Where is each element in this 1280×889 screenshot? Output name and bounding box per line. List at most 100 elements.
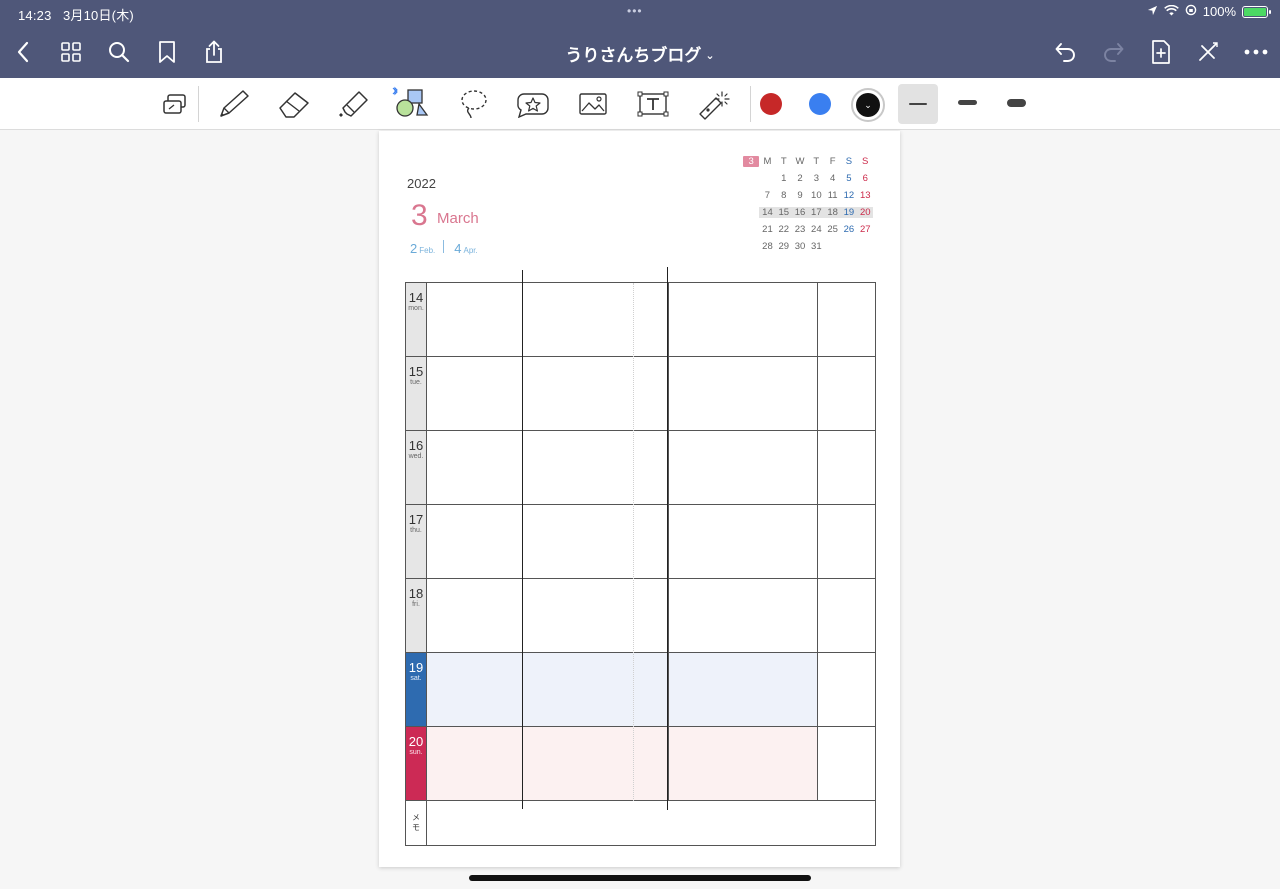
- mini-calendar-day: 2: [797, 173, 803, 184]
- status-indicators: 100%: [1147, 4, 1271, 19]
- color-black-swatch[interactable]: ⌄: [851, 88, 885, 122]
- mini-calendar-day: 15: [775, 207, 792, 218]
- weekly-grid: 14 mon. 15 tue. 16 wed. 17 thu. 18 fri. 19 sat…: [405, 282, 876, 846]
- color-red-swatch[interactable]: [760, 93, 782, 115]
- day-number: 15: [408, 364, 424, 379]
- pen-mode-button[interactable]: [1192, 36, 1224, 68]
- column-divider: [817, 283, 818, 801]
- multitasking-dots[interactable]: •••: [627, 4, 643, 18]
- day-of-week: wed.: [408, 453, 424, 460]
- day-label: 14 mon.: [406, 283, 427, 356]
- mini-calendar-day: 27: [859, 224, 871, 235]
- weekday-header: S: [862, 156, 869, 167]
- home-indicator[interactable]: [469, 875, 811, 881]
- color-blue-swatch[interactable]: [809, 93, 831, 115]
- more-button[interactable]: [1240, 36, 1272, 68]
- mini-calendar-day: 9: [797, 190, 803, 201]
- mini-calendar-day: 29: [778, 241, 790, 252]
- day-label: 15 tue.: [406, 357, 427, 430]
- sticker-tool[interactable]: [513, 86, 553, 122]
- chevron-down-icon[interactable]: ⌄: [705, 50, 714, 62]
- day-number: 16: [408, 438, 424, 453]
- stroke-thin-preview: [909, 103, 927, 105]
- mini-calendar-weeks: 1 2 3 4 5 6 7 8 9 10 11 12 13 14 15 16 17 18 19 20 21 22 23 24 2…: [743, 170, 876, 255]
- memo-label-text: メモ: [412, 813, 420, 832]
- laser-pointer-tool[interactable]: [693, 86, 733, 122]
- eraser-tool[interactable]: [274, 86, 314, 122]
- stroke-medium-option[interactable]: [958, 100, 977, 105]
- day-of-week: mon.: [408, 305, 424, 312]
- memo-label: メモ: [406, 801, 427, 845]
- highlighter-tool[interactable]: [334, 86, 374, 122]
- mini-calendar-week: 123456: [743, 170, 876, 187]
- day-row[interactable]: 18 fri.: [406, 579, 875, 653]
- day-row[interactable]: 16 wed.: [406, 431, 875, 505]
- shape-tool[interactable]: [390, 86, 430, 122]
- top-bar: 14:23 3月10日(木) ••• 100% うりさんちブログ ⌄: [0, 0, 1280, 78]
- zoom-window-tool[interactable]: [155, 86, 195, 122]
- mini-calendar-week: 14 15 16 17 18 19 20: [743, 204, 876, 221]
- mini-calendar-day: 31: [811, 241, 822, 252]
- battery-percent: 100%: [1202, 4, 1236, 19]
- mini-calendar-day: 4: [829, 173, 836, 184]
- redo-button[interactable]: [1097, 36, 1129, 68]
- day-of-week: tue.: [410, 379, 422, 386]
- day-label: 17 thu.: [406, 505, 427, 578]
- mini-calendar-day: 13: [859, 190, 871, 201]
- weekday-header: T: [813, 156, 820, 167]
- mini-calendar-day: 7: [764, 190, 771, 201]
- stroke-thin-option[interactable]: [898, 84, 938, 124]
- memo-row[interactable]: メモ: [406, 801, 875, 845]
- saturday-shading: [427, 653, 818, 726]
- mini-calendar-day: 1: [781, 173, 787, 184]
- day-row-saturday[interactable]: 19 sat.: [406, 653, 875, 727]
- next-month-link[interactable]: 4: [454, 241, 461, 256]
- prev-month-abbr[interactable]: Feb.: [419, 246, 435, 255]
- document-title-text[interactable]: うりさんちブログ: [565, 46, 701, 65]
- image-tool[interactable]: [573, 86, 613, 122]
- location-icon: [1147, 4, 1158, 19]
- chevron-down-icon: ⌄: [856, 93, 880, 117]
- planner-page[interactable]: 2022 3 March 2 Feb. 4 Apr. 3 M T W T F S…: [379, 131, 900, 867]
- day-number: 19: [408, 660, 424, 675]
- weekday-header: F: [829, 156, 836, 167]
- wifi-icon: [1163, 4, 1179, 19]
- pen-tool[interactable]: [214, 86, 254, 122]
- mini-calendar-week: 7 8 9 10 11 12 13: [743, 187, 876, 204]
- day-of-week: fri.: [412, 601, 420, 608]
- document-title[interactable]: うりさんちブログ ⌄: [0, 41, 1280, 66]
- day-row[interactable]: 14 mon.: [406, 283, 875, 357]
- mini-calendar-day: 11: [827, 190, 838, 201]
- mini-calendar-day: 21: [762, 224, 773, 235]
- mini-calendar-day: 17: [808, 207, 825, 218]
- day-number: 20: [408, 734, 424, 749]
- mini-calendar-day: 25: [827, 224, 838, 235]
- day-row[interactable]: 17 thu.: [406, 505, 875, 579]
- lasso-tool[interactable]: [454, 86, 494, 122]
- stroke-thick-option[interactable]: [1007, 99, 1026, 107]
- prev-month-link[interactable]: 2: [410, 241, 417, 256]
- weekday-header: T: [780, 156, 787, 167]
- day-label: 18 fri.: [406, 579, 427, 652]
- day-row-sunday[interactable]: 20 sun.: [406, 727, 875, 801]
- mini-calendar-day: 6: [862, 173, 868, 184]
- status-time: 14:23 3月10日(木): [18, 5, 134, 24]
- add-page-button[interactable]: [1145, 36, 1177, 68]
- undo-button[interactable]: [1050, 36, 1082, 68]
- mini-calendar-day: 20: [857, 207, 874, 218]
- toolbar-divider: [750, 86, 751, 122]
- text-tool[interactable]: [633, 86, 673, 122]
- mini-calendar: 3 M T W T F S S 1 2 3 4 5 6 7 8 9 10 11 12 13 14 15 16 1…: [743, 153, 876, 255]
- mini-calendar-day: 10: [811, 190, 822, 201]
- mini-calendar-day: 30: [794, 241, 806, 252]
- mini-calendar-day: 23: [794, 224, 806, 235]
- mini-calendar-day: 16: [791, 207, 809, 218]
- mini-calendar-day: 22: [778, 224, 790, 235]
- planner-year: 2022: [407, 176, 436, 191]
- day-number: 18: [408, 586, 424, 601]
- day-number: 14: [408, 290, 424, 305]
- day-row[interactable]: 15 tue.: [406, 357, 875, 431]
- next-month-abbr[interactable]: Apr.: [463, 246, 477, 255]
- day-number: 17: [408, 512, 424, 527]
- status-date: 3月10日(木): [62, 8, 134, 23]
